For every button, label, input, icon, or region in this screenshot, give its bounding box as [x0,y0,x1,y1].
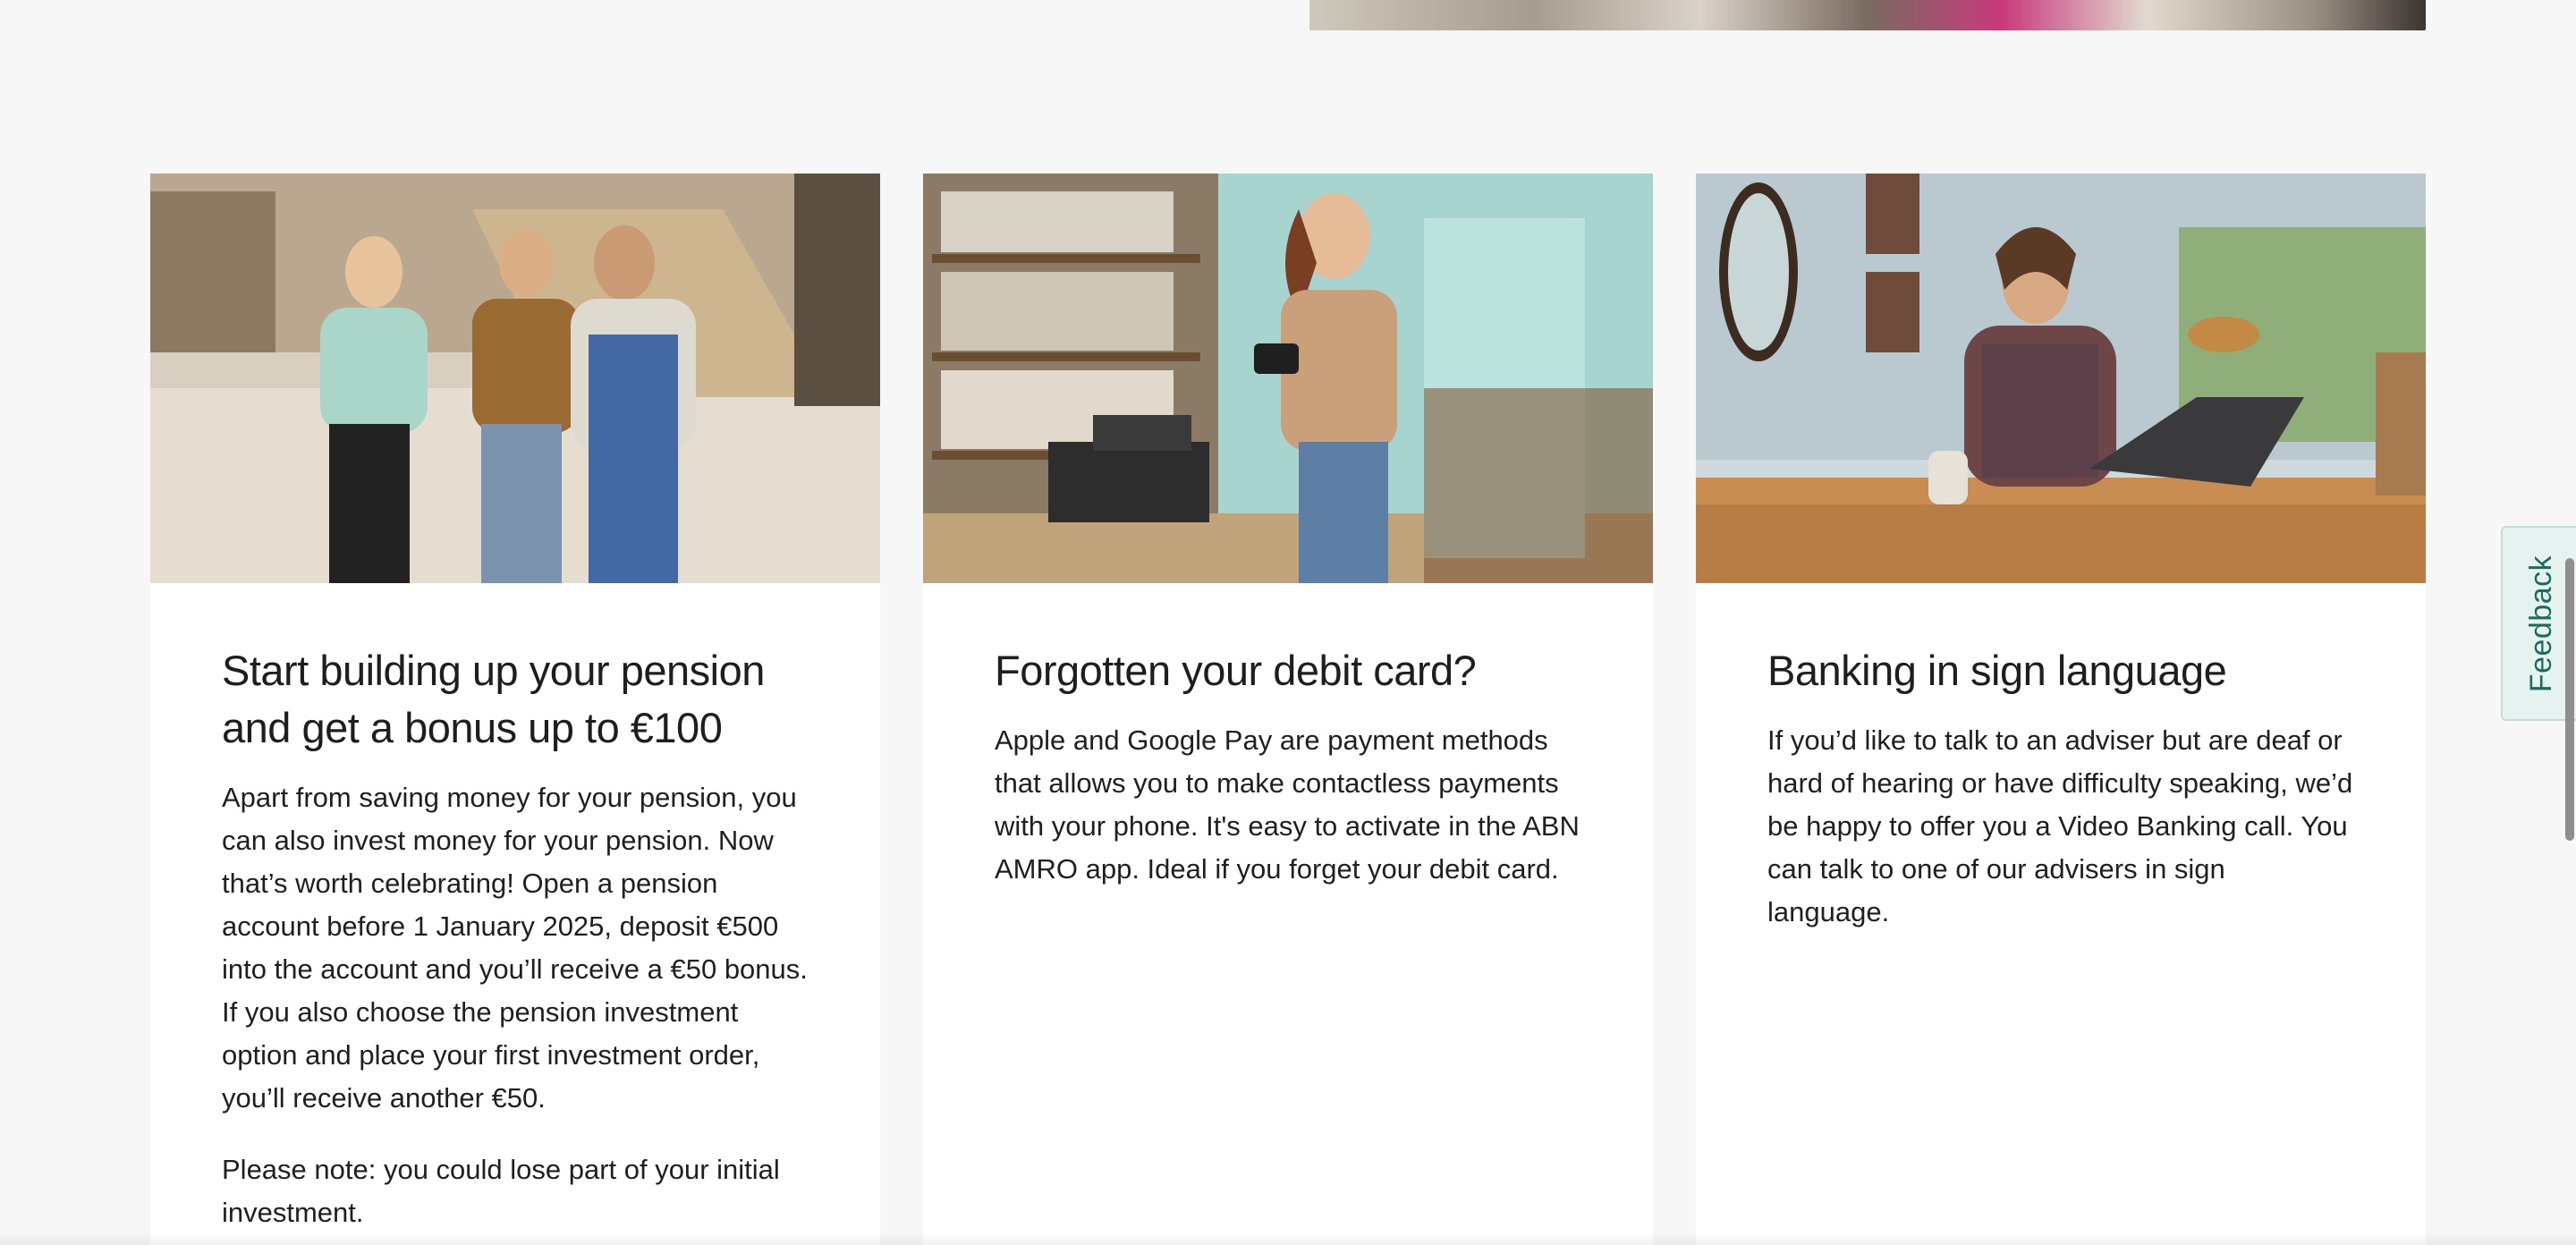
card-text: Apart from saving money for your pension… [222,782,808,1114]
card-pension[interactable]: Start building up your pension and get a… [150,174,880,1245]
card-text: Apple and Google Pay are payment methods… [995,724,1580,885]
card-title[interactable]: Banking in sign language [1767,642,2354,699]
bottom-shadow [0,1232,2576,1245]
card-debit-card[interactable]: Forgotten your debit card? Apple and Goo… [923,174,1653,1245]
card-sign-language[interactable]: Banking in sign language If you’d like t… [1696,174,2426,1245]
card-body: Forgotten your debit card? Apple and Goo… [923,583,1653,891]
card-title[interactable]: Start building up your pension and get a… [222,642,809,757]
feedback-label: Feedback [2524,555,2559,692]
card-title[interactable]: Forgotten your debit card? [995,642,1581,699]
card-body: Banking in sign language If you’d like t… [1696,583,2426,934]
card-image-shop-payment [923,174,1653,583]
top-partial-image [1309,0,2426,30]
promo-cards: Start building up your pension and get a… [150,174,2426,1245]
card-image-video-call [1696,174,2426,583]
card-text: If you’d like to talk to an adviser but … [1767,724,2353,927]
card-body: Start building up your pension and get a… [150,583,880,1234]
card-image-shopping-women [150,174,880,583]
scrollbar-thumb[interactable] [2565,558,2574,841]
card-note: Please note: you could lose part of your… [222,1154,780,1228]
page-scrollbar[interactable] [2563,0,2576,1245]
